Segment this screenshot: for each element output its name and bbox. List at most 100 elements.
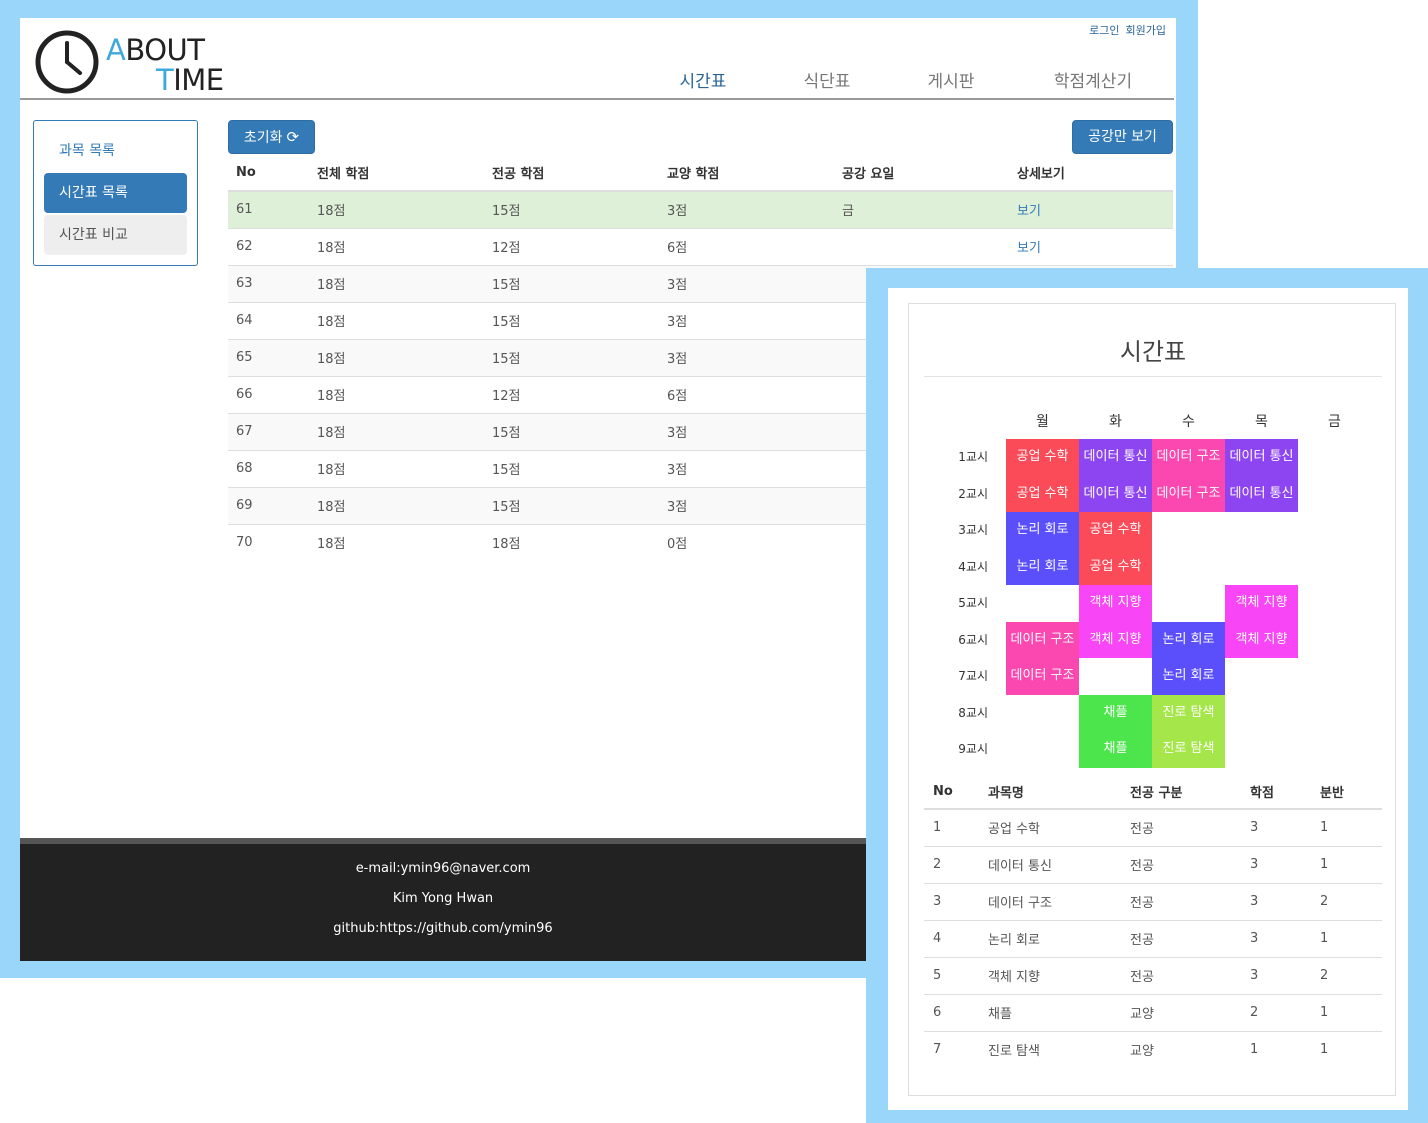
class-block[interactable]: 공업 수학 [1079, 548, 1152, 585]
table-cell: 69 [228, 486, 309, 524]
column-header: 교양 학점 [659, 154, 834, 192]
view-detail-link[interactable]: 보기 [1017, 241, 1041, 256]
class-block[interactable]: 논리 회로 [1006, 548, 1079, 585]
class-block[interactable]: 데이터 구조 [1006, 621, 1079, 658]
logo-line-2: TIME [106, 65, 224, 95]
class-block[interactable]: 데이터 통신 [1079, 439, 1152, 476]
table-row: 61 18점 15점 3점 금 보기 [228, 190, 1173, 228]
free-day-filter-button[interactable]: 공강만 보기 [1072, 120, 1173, 154]
class-block[interactable]: 논리 회로 [1006, 512, 1079, 549]
period-label: 6교시 [958, 632, 988, 647]
table-cell: 3점 [659, 301, 834, 339]
table-cell: 1 [924, 808, 979, 846]
table-cell: 5 [924, 956, 979, 994]
table-cell: 15점 [484, 190, 659, 228]
table-cell: 65 [228, 338, 309, 376]
title-divider [924, 376, 1382, 377]
table-cell: 7 [924, 1030, 979, 1068]
day-header: 수 [1182, 414, 1195, 430]
table-cell: 3점 [659, 338, 834, 376]
table-cell: 진로 탐색 [979, 1030, 1121, 1068]
table-cell: 2 [1311, 956, 1382, 994]
table-cell: 3 [1241, 882, 1311, 920]
column-header: 상세보기 [1009, 154, 1173, 192]
tab-timetable[interactable]: 시간표 [641, 68, 765, 100]
timetable-title: 시간표 [1119, 338, 1187, 366]
table-cell: 18점 [309, 449, 484, 487]
sidebar-item-timetable-list[interactable]: 시간표 목록 [44, 173, 187, 213]
table-cell: 12점 [484, 227, 659, 265]
period-label: 8교시 [958, 705, 988, 720]
class-block[interactable]: 데이터 구조 [1152, 475, 1225, 512]
view-detail-link[interactable]: 보기 [1017, 204, 1041, 219]
table-cell: 금 [834, 190, 1009, 228]
table-cell: 67 [228, 412, 309, 450]
signup-link[interactable]: 회원가입 [1126, 24, 1166, 37]
clock-icon [35, 30, 99, 94]
login-link[interactable]: 로그인 [1089, 24, 1119, 37]
logo-line-1: ABOUT [106, 33, 205, 67]
table-cell: 3 [924, 882, 979, 920]
class-block[interactable]: 공업 수학 [1006, 475, 1079, 512]
class-block[interactable]: 데이터 구조 [1152, 439, 1225, 476]
table-cell: 15점 [484, 449, 659, 487]
column-header: 전체 학점 [309, 154, 484, 192]
table-cell: 3점 [659, 412, 834, 450]
class-block[interactable]: 논리 회로 [1152, 621, 1225, 658]
class-block[interactable]: 데이터 통신 [1225, 439, 1298, 476]
column-header: 분반 [1311, 774, 1382, 810]
class-block[interactable]: 진로 탐색 [1152, 694, 1225, 731]
table-cell: 전공 [1121, 919, 1241, 957]
table-cell: 3점 [659, 449, 834, 487]
table-cell: 2 [924, 845, 979, 883]
table-cell: 1 [1241, 1030, 1311, 1068]
table-cell: 보기 [1009, 190, 1173, 228]
tab-grade-calculator[interactable]: 학점계산기 [1013, 68, 1173, 100]
table-cell: 18점 [309, 412, 484, 450]
timetable-popup-frame: 시간표 월 화 수 목 금 1교시 2교시 3교시 4교시 5교시 6교시 7교시 8교시 9교시 공업 수… [866, 268, 1428, 1123]
class-block[interactable]: 논리 회로 [1152, 658, 1225, 695]
table-cell: 61 [228, 190, 309, 228]
class-block[interactable]: 데이터 통신 [1079, 475, 1152, 512]
reset-button[interactable]: 초기화 ⟳ [228, 120, 315, 154]
class-block[interactable]: 객체 지향 [1079, 621, 1152, 658]
sidebar-item-timetable-compare[interactable]: 시간표 비교 [44, 215, 187, 255]
day-header: 월 [1036, 414, 1049, 430]
table-cell: 3 [1241, 919, 1311, 957]
logo[interactable]: ABOUT TIME [34, 27, 234, 95]
day-header: 화 [1109, 414, 1122, 430]
table-cell: 70 [228, 523, 309, 561]
table-row: 62 18점 12점 6점 보기 [228, 227, 1173, 265]
column-header: 과목명 [979, 774, 1121, 810]
table-cell: 12점 [484, 375, 659, 413]
table-cell: 15점 [484, 486, 659, 524]
table-cell: 18점 [309, 523, 484, 561]
subject-table: No 과목명 전공 구분 학점 분반 1 공업 수학 전공 3 1 2 데이터 통신 전공 3 1… [924, 774, 1382, 1068]
class-block[interactable]: 객체 지향 [1225, 585, 1298, 622]
class-block[interactable]: 데이터 구조 [1006, 658, 1079, 695]
table-cell: 6 [924, 993, 979, 1031]
class-block[interactable]: 공업 수학 [1006, 439, 1079, 476]
class-block[interactable]: 객체 지향 [1225, 621, 1298, 658]
table-cell: 1 [1311, 845, 1382, 883]
tab-board[interactable]: 게시판 [889, 68, 1013, 100]
table-row: 7 진로 탐색 교양 1 1 [924, 1030, 1382, 1068]
column-header: No [228, 154, 309, 192]
refresh-icon: ⟳ [286, 128, 300, 146]
table-cell: 66 [228, 375, 309, 413]
table-cell: 전공 [1121, 956, 1241, 994]
table-row: 5 객체 지향 전공 3 2 [924, 956, 1382, 994]
class-block[interactable]: 공업 수학 [1079, 512, 1152, 549]
table-cell: 15점 [484, 338, 659, 376]
class-block[interactable]: 채플 [1079, 694, 1152, 731]
table-cell: 18점 [309, 227, 484, 265]
class-block[interactable]: 객체 지향 [1079, 585, 1152, 622]
class-block[interactable]: 데이터 통신 [1225, 475, 1298, 512]
class-block[interactable]: 진로 탐색 [1152, 731, 1225, 768]
table-cell: 68 [228, 449, 309, 487]
tab-menu[interactable]: 식단표 [765, 68, 889, 100]
table-cell: 62 [228, 227, 309, 265]
class-block[interactable]: 채플 [1079, 731, 1152, 768]
sidebar-item-subjects[interactable]: 과목 목록 [44, 131, 187, 171]
footer-name: Kim Yong Hwan [392, 891, 494, 906]
